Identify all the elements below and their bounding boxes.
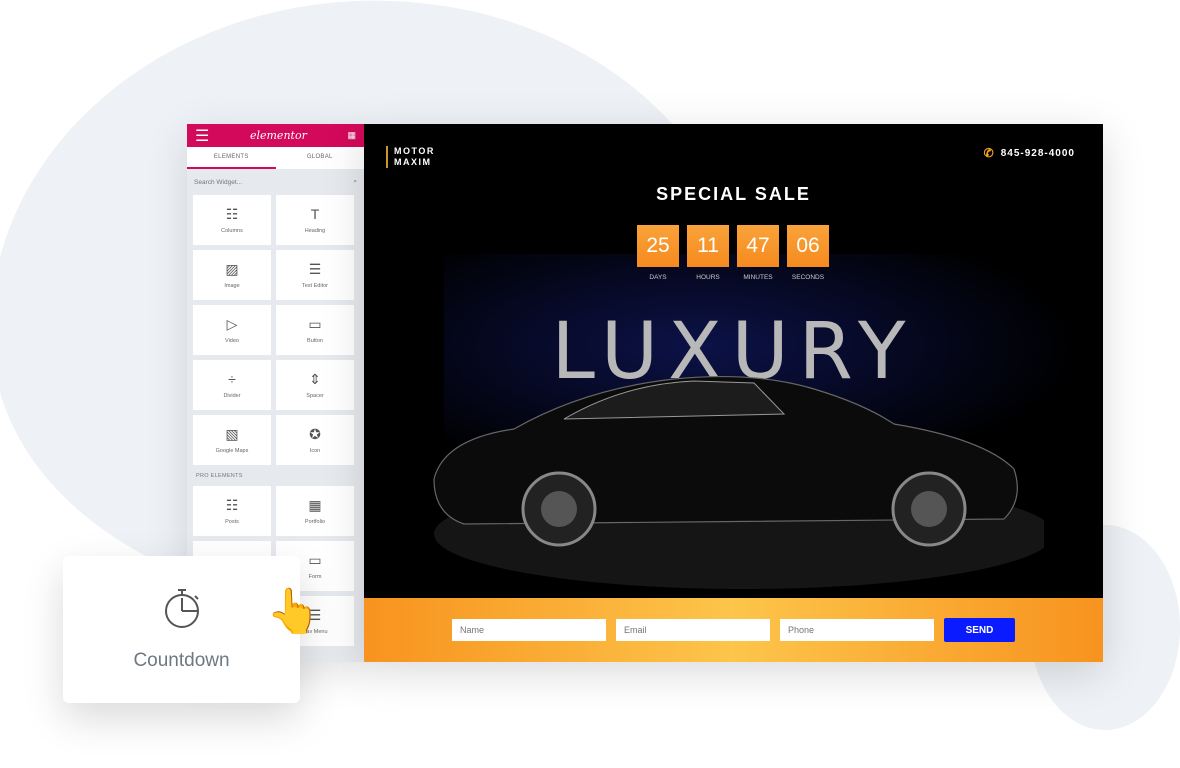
tab-global[interactable]: GLOBAL [276, 147, 365, 169]
countdown-value: 11 [687, 225, 729, 267]
countdown-unit: DAYS [649, 274, 667, 281]
countdown-seconds: 06 SECONDS [787, 225, 829, 281]
text-editor-icon: ☰ [308, 260, 322, 277]
widget-text-editor[interactable]: ☰ Text Editor [276, 250, 354, 300]
panel-header: ☰ elementor ▦ [187, 124, 364, 147]
widget-spacer[interactable]: ⇕ Spacer [276, 360, 354, 410]
countdown-timer: 25 DAYS 11 HOURS 47 MINUTES 06 SECONDS [637, 225, 829, 281]
video-icon: ▷ [226, 315, 238, 332]
hand-cursor-icon: 👆 [266, 587, 321, 636]
columns-icon: ☷ [225, 205, 239, 222]
phone-text: 845-928-4000 [1000, 147, 1075, 159]
form-icon: ▭ [308, 551, 322, 568]
brand-line: MAXIM [394, 157, 432, 167]
widget-label: Columns [221, 227, 243, 234]
countdown-unit: MINUTES [743, 274, 773, 281]
widget-label: Divider [223, 392, 241, 399]
pro-elements-heading: PRO ELEMENTS [196, 473, 243, 479]
widget-portfolio[interactable]: ▦ Portfolio [276, 486, 354, 536]
brand-line: MOTOR [394, 146, 435, 156]
widget-label: Button [307, 337, 323, 344]
grid-icon[interactable]: ▦ [347, 130, 356, 141]
heading-icon: T [310, 205, 320, 222]
brand-logo: MOTOR MAXIM [386, 146, 435, 168]
phone-icon: ✆ [983, 146, 995, 160]
widget-image[interactable]: ▨ Image [193, 250, 271, 300]
countdown-value: 25 [637, 225, 679, 267]
divider-icon: ÷ [228, 370, 236, 387]
widget-divider[interactable]: ÷ Divider [193, 360, 271, 410]
widget-label: Google Maps [215, 447, 249, 454]
elementor-logo: elementor [249, 129, 307, 142]
portfolio-icon: ▦ [308, 496, 322, 513]
widget-label: Portfolio [304, 518, 326, 525]
countdown-value: 06 [787, 225, 829, 267]
countdown-drag-card[interactable]: Countdown [63, 556, 300, 703]
widget-button[interactable]: ▭ Button [276, 305, 354, 355]
widget-label: Spacer [306, 392, 324, 399]
hamburger-icon[interactable]: ☰ [195, 126, 209, 146]
phone-input[interactable] [780, 619, 934, 641]
widget-label: Form [308, 573, 322, 580]
widget-video[interactable]: ▷ Video [193, 305, 271, 355]
countdown-label: Countdown [133, 650, 230, 671]
contact-form: SEND [364, 598, 1103, 662]
spacer-icon: ⇕ [309, 370, 321, 387]
map-icon: ▧ [225, 425, 239, 442]
name-input[interactable] [452, 619, 606, 641]
countdown-unit: SECONDS [791, 274, 825, 281]
tab-elements[interactable]: ELEMENTS [187, 147, 276, 169]
button-icon: ▭ [308, 315, 322, 332]
countdown-value: 47 [737, 225, 779, 267]
email-input[interactable] [616, 619, 770, 641]
phone-number: ✆ 845-928-4000 [984, 146, 1075, 160]
countdown-unit: HOURS [696, 274, 720, 281]
widget-label: Icon [309, 447, 321, 454]
widget-icon[interactable]: ✪ Icon [276, 415, 354, 465]
star-icon: ✪ [309, 425, 321, 442]
sale-title: SPECIAL SALE [656, 184, 811, 204]
page-preview: MOTOR MAXIM ✆ 845-928-4000 SPECIAL SALE 25… [364, 124, 1103, 662]
widget-label: Video [225, 337, 239, 344]
countdown-minutes: 47 MINUTES [737, 225, 779, 281]
countdown-days: 25 DAYS [637, 225, 679, 281]
widget-label: Heading [304, 227, 326, 234]
send-button[interactable]: SEND [944, 618, 1015, 642]
search-widget-input[interactable]: Search Widget... ⌕ [187, 169, 364, 195]
image-icon: ▨ [225, 260, 239, 277]
widget-heading[interactable]: T Heading [276, 195, 354, 245]
widget-posts[interactable]: ☷ Posts [193, 486, 271, 536]
posts-icon: ☷ [225, 496, 239, 513]
widget-label: Posts [225, 518, 239, 525]
stopwatch-icon [164, 589, 199, 628]
widget-google-maps[interactable]: ▧ Google Maps [193, 415, 271, 465]
widget-columns[interactable]: ☷ Columns [193, 195, 271, 245]
search-placeholder: Search Widget... [194, 178, 243, 186]
widget-label: Text Editor [302, 282, 328, 289]
widget-label: Image [224, 282, 240, 289]
search-icon: ⌕ [353, 178, 357, 185]
countdown-hours: 11 HOURS [687, 225, 729, 281]
